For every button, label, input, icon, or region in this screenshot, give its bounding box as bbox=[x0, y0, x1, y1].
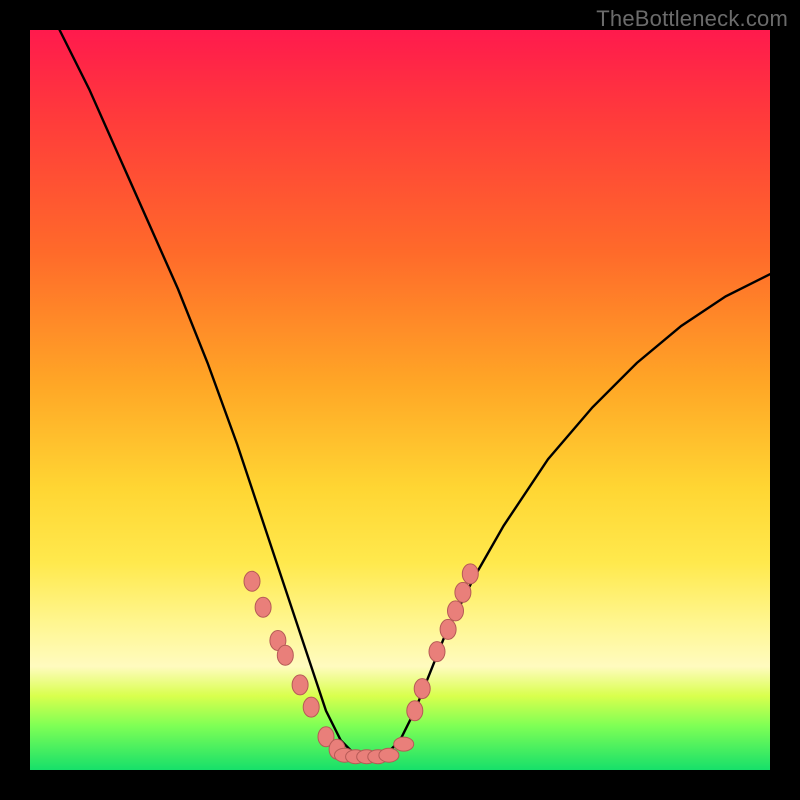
curve-marker bbox=[277, 645, 293, 665]
curve-marker bbox=[414, 679, 430, 699]
curve-marker bbox=[394, 737, 414, 751]
curve-marker bbox=[244, 571, 260, 591]
curve-marker bbox=[448, 601, 464, 621]
curve-marker bbox=[462, 564, 478, 584]
dot-cluster-bottom bbox=[335, 737, 414, 764]
curve-marker bbox=[303, 697, 319, 717]
curve-marker bbox=[429, 642, 445, 662]
curve-marker bbox=[455, 582, 471, 602]
curve-svg bbox=[30, 30, 770, 770]
curve-marker bbox=[292, 675, 308, 695]
chart-stage: TheBottleneck.com bbox=[0, 0, 800, 800]
curve-marker bbox=[379, 748, 399, 762]
bottleneck-curve bbox=[30, 0, 770, 755]
dot-cluster-left bbox=[244, 571, 345, 759]
curve-marker bbox=[255, 597, 271, 617]
watermark-text: TheBottleneck.com bbox=[596, 6, 788, 32]
curve-marker bbox=[440, 619, 456, 639]
curve-marker bbox=[407, 701, 423, 721]
plot-area bbox=[30, 30, 770, 770]
